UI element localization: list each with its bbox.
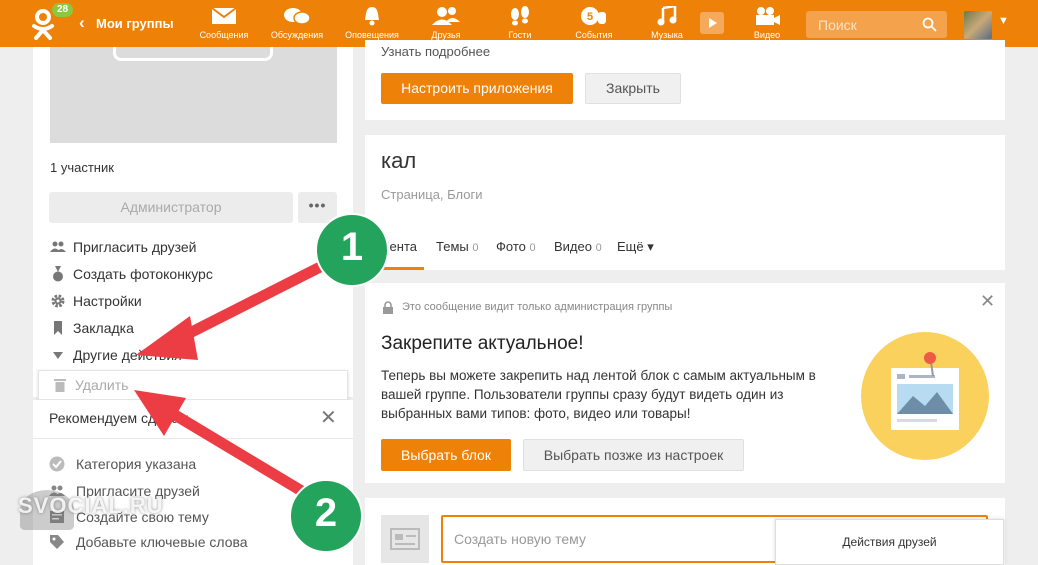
recommendations-title: Рекомендуем сделать <box>49 410 193 426</box>
more-options-button[interactable]: ••• <box>298 192 337 223</box>
step-number-2: 2 <box>314 491 338 535</box>
menu-label: Пригласить друзей <box>73 239 197 255</box>
tab-more[interactable]: Ещё ▾ <box>617 239 654 255</box>
pin-block-description: Теперь вы можете закрепить над лентой бл… <box>381 368 816 421</box>
nav-label: Друзья <box>431 30 461 40</box>
nav-messages[interactable]: Сообщения <box>189 6 259 40</box>
footprints-icon <box>511 6 529 26</box>
nav-label: События <box>575 30 613 40</box>
menu-label: Создать фотоконкурс <box>73 266 213 282</box>
tab-label: Ещё ▾ <box>617 239 654 254</box>
nav-events[interactable]: 5 События <box>559 6 629 40</box>
nav-label: Гости <box>508 30 532 40</box>
members-count[interactable]: 1 участник <box>50 160 114 175</box>
recommendation-category[interactable]: Категория указана <box>49 456 196 472</box>
close-icon[interactable]: ✕ <box>320 405 337 430</box>
menu-label: Настройки <box>73 293 142 309</box>
nav-notifications[interactable]: Оповещения <box>337 6 407 40</box>
svg-text:5: 5 <box>587 11 593 23</box>
menu-other-actions[interactable]: Другие действия <box>50 346 182 364</box>
recommendation-keywords[interactable]: Добавьте ключевые слова <box>49 534 248 550</box>
pin-block-title: Закрепите актуальное! <box>381 333 584 354</box>
step-number-1: 1 <box>340 225 364 269</box>
menu-label: Закладка <box>73 320 134 336</box>
cover-frame <box>113 47 273 61</box>
divider <box>33 438 353 439</box>
my-groups-link[interactable]: Мои группы <box>96 16 174 31</box>
search-input[interactable] <box>806 11 916 38</box>
back-chevron-icon[interactable]: ‹ <box>79 13 85 33</box>
chat-bubbles-icon <box>284 8 311 25</box>
nav-music[interactable]: Музыка <box>632 6 702 40</box>
menu-bookmark[interactable]: Закладка <box>50 319 134 337</box>
nav-guests[interactable]: Гости <box>485 6 555 40</box>
pinned-picture-illustration-icon <box>861 332 989 460</box>
music-note-icon <box>657 6 677 26</box>
trash-icon <box>54 379 66 392</box>
notification-count-badge[interactable]: 28 <box>52 3 74 17</box>
tab-count: 0 <box>472 242 479 254</box>
avatar[interactable] <box>964 11 992 39</box>
caret-down-icon[interactable]: ▼ <box>998 15 1009 27</box>
check-circle-icon <box>49 456 65 472</box>
events-hand-icon: 5 <box>581 7 606 25</box>
tab-photos[interactable]: Фото 0 <box>496 239 536 254</box>
nav-label: Оповещения <box>345 30 399 40</box>
friends-actions-panel[interactable]: Действия друзей <box>775 519 1004 565</box>
choose-later-button[interactable]: Выбрать позже из настроек <box>523 439 744 471</box>
nav-label: Видео <box>753 30 781 40</box>
nav-label: Обсуждения <box>270 30 324 40</box>
nav-friends[interactable]: Друзья <box>411 6 481 40</box>
tab-label: Лента <box>381 239 417 254</box>
nav-label: Сообщения <box>199 30 249 40</box>
administrator-button[interactable]: Администратор <box>49 192 293 223</box>
learn-more-link[interactable]: Узнать подробнее <box>381 44 490 59</box>
nav-discussions[interactable]: Обсуждения <box>262 6 332 40</box>
search-icon[interactable] <box>922 17 937 32</box>
tab-count: 0 <box>529 242 536 254</box>
bookmark-icon <box>54 321 62 335</box>
close-icon[interactable]: ✕ <box>980 291 995 312</box>
menu-invite-friends[interactable]: Пригласить друзей <box>50 238 197 256</box>
delete-group-menu-item[interactable]: Удалить <box>38 370 348 400</box>
topic-editor-icon <box>381 515 429 563</box>
search-box[interactable] <box>806 11 947 38</box>
bell-icon <box>365 7 379 26</box>
choose-block-button[interactable]: Выбрать блок <box>381 439 511 471</box>
nav-video[interactable]: Видео <box>732 6 802 40</box>
lock-icon <box>383 301 393 314</box>
people-icon <box>50 241 66 252</box>
group-cover[interactable] <box>50 47 337 143</box>
group-name: кал <box>381 148 417 173</box>
tab-feed[interactable]: Лента <box>381 239 417 254</box>
delete-label: Удалить <box>75 377 129 393</box>
recommendation-label: Добавьте ключевые слова <box>76 534 248 550</box>
setup-apps-button[interactable]: Настроить приложения <box>381 73 573 104</box>
tab-label: Темы <box>436 239 469 254</box>
menu-create-photo-contest[interactable]: Создать фотоконкурс <box>50 265 213 283</box>
tab-topics[interactable]: Темы 0 <box>436 239 478 254</box>
tag-icon <box>50 535 64 549</box>
video-camera-icon <box>756 7 780 25</box>
nav-label: Музыка <box>651 30 683 40</box>
friends-icon <box>432 7 460 25</box>
watermark: SVOCIAL.RU <box>18 493 164 518</box>
envelope-icon <box>211 7 237 24</box>
group-category[interactable]: Страница, Блоги <box>381 187 483 202</box>
close-button[interactable]: Закрыть <box>585 73 681 104</box>
menu-settings[interactable]: Настройки <box>50 292 142 310</box>
gear-icon <box>51 294 65 308</box>
menu-label: Другие действия <box>73 347 182 363</box>
play-button-icon[interactable] <box>700 12 724 34</box>
recommendation-label: Категория указана <box>76 456 197 472</box>
admin-only-notice: Это сообщение видит только администрация… <box>402 301 673 313</box>
medal-icon <box>53 266 63 282</box>
tab-count: 0 <box>595 242 602 254</box>
tab-label: Видео <box>554 239 592 254</box>
triangle-down-icon <box>53 352 63 359</box>
tab-label: Фото <box>496 239 526 254</box>
tab-videos[interactable]: Видео 0 <box>554 239 602 254</box>
